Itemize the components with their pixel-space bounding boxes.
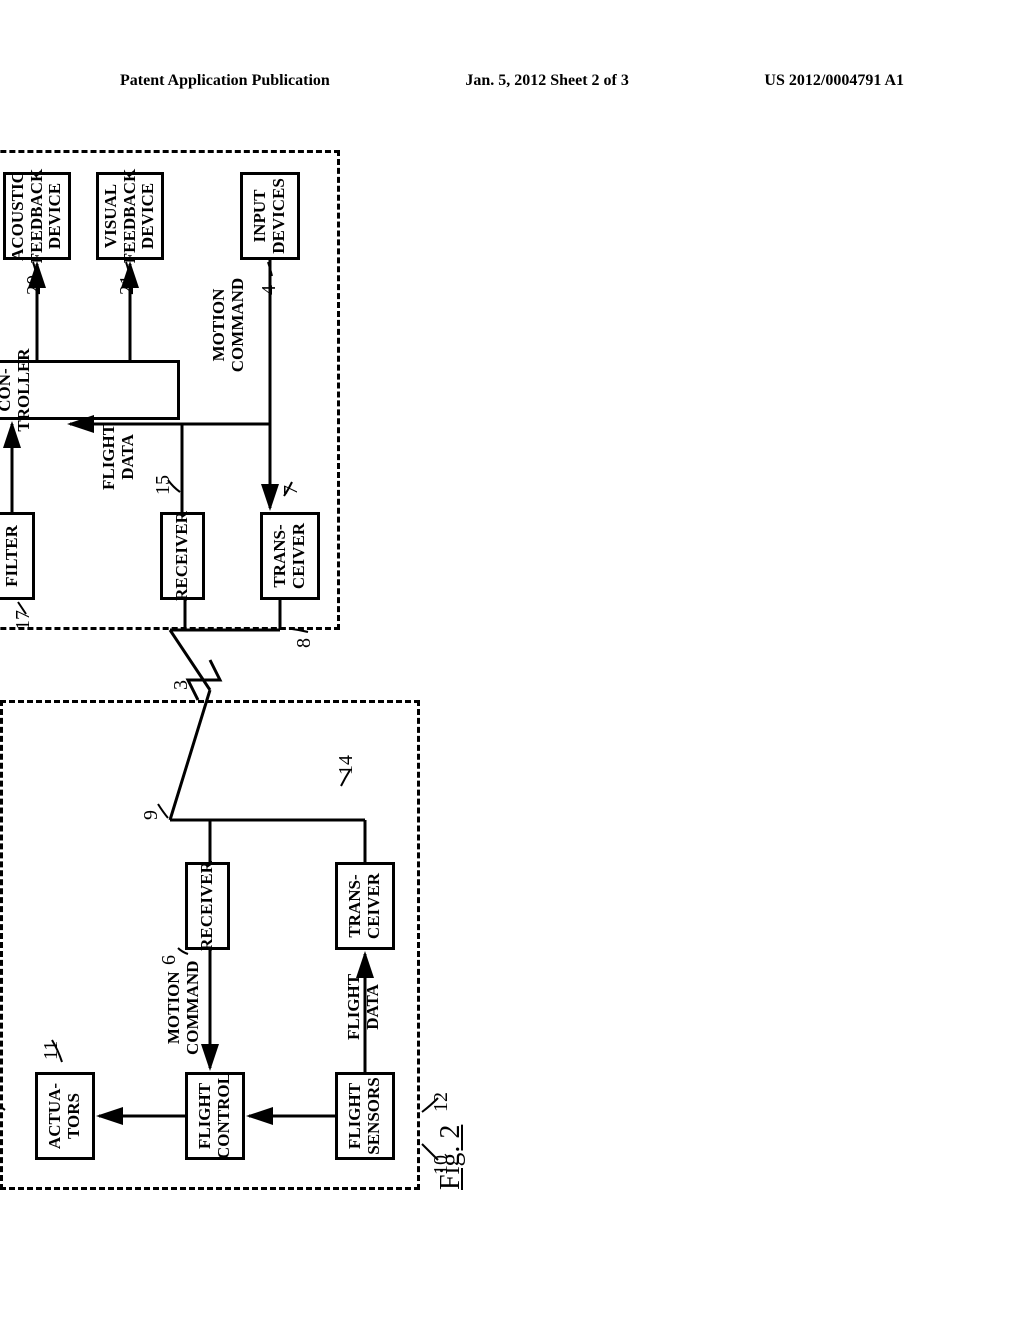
header-right: US 2012/0004791 A1 (764, 72, 904, 90)
label-motion-command-2: MOTION COMMAND (210, 250, 247, 400)
label-flight-data-2: FLIGHTDATA (100, 424, 137, 490)
box-controller: CON-TROLLER (0, 360, 180, 420)
box-acoustic-fb: ACOUSTICFEEDBACKDEVICE (3, 172, 71, 260)
ref-11: 11 (40, 1041, 63, 1060)
box-actuators: ACTUA-TORS (35, 1072, 95, 1160)
ref-20: 20 (23, 275, 46, 295)
ref-8: 8 (293, 638, 316, 648)
header-left: Patent Application Publication (120, 72, 330, 90)
label-flight-data-1: FLIGHTDATA (345, 974, 382, 1040)
figure-label: Fig. 2 (435, 1125, 467, 1190)
box-filter: FILTER (0, 512, 35, 600)
box-input-devices: INPUTDEVICES (240, 172, 300, 260)
box-receiver-1: RECEIVER (185, 862, 230, 950)
box-visual-fb: VISUALFEEDBACKDEVICE (96, 172, 164, 260)
figure-diagram: ACTUA-TORS FLIGHTCONTROL FLIGHTSENSORS R… (0, 510, 840, 1190)
ref-14: 14 (335, 755, 358, 775)
label-motion-command-1: MOTIONCOMMAND (165, 961, 202, 1055)
box-receiver-2: RECEIVER (160, 512, 205, 600)
ref-17: 17 (12, 610, 35, 630)
box-transceiver-1: TRANS-CEIVER (335, 862, 395, 950)
ref-4: 4 (258, 285, 281, 295)
box-transceiver-2: TRANS-CEIVER (260, 512, 320, 600)
page-header: Patent Application Publication Jan. 5, 2… (0, 72, 1024, 90)
box-flight-sensors: FLIGHTSENSORS (335, 1072, 395, 1160)
header-center: Jan. 5, 2012 Sheet 2 of 3 (465, 72, 629, 90)
ref-3: 3 (170, 680, 193, 690)
ref-7: 7 (280, 485, 303, 495)
ref-15: 15 (152, 475, 175, 495)
box-flight-control: FLIGHTCONTROL (185, 1072, 245, 1160)
ref-12: 12 (430, 1092, 453, 1112)
ref-21: 21 (116, 275, 139, 295)
ref-9: 9 (140, 810, 163, 820)
ref-6: 6 (158, 955, 181, 965)
